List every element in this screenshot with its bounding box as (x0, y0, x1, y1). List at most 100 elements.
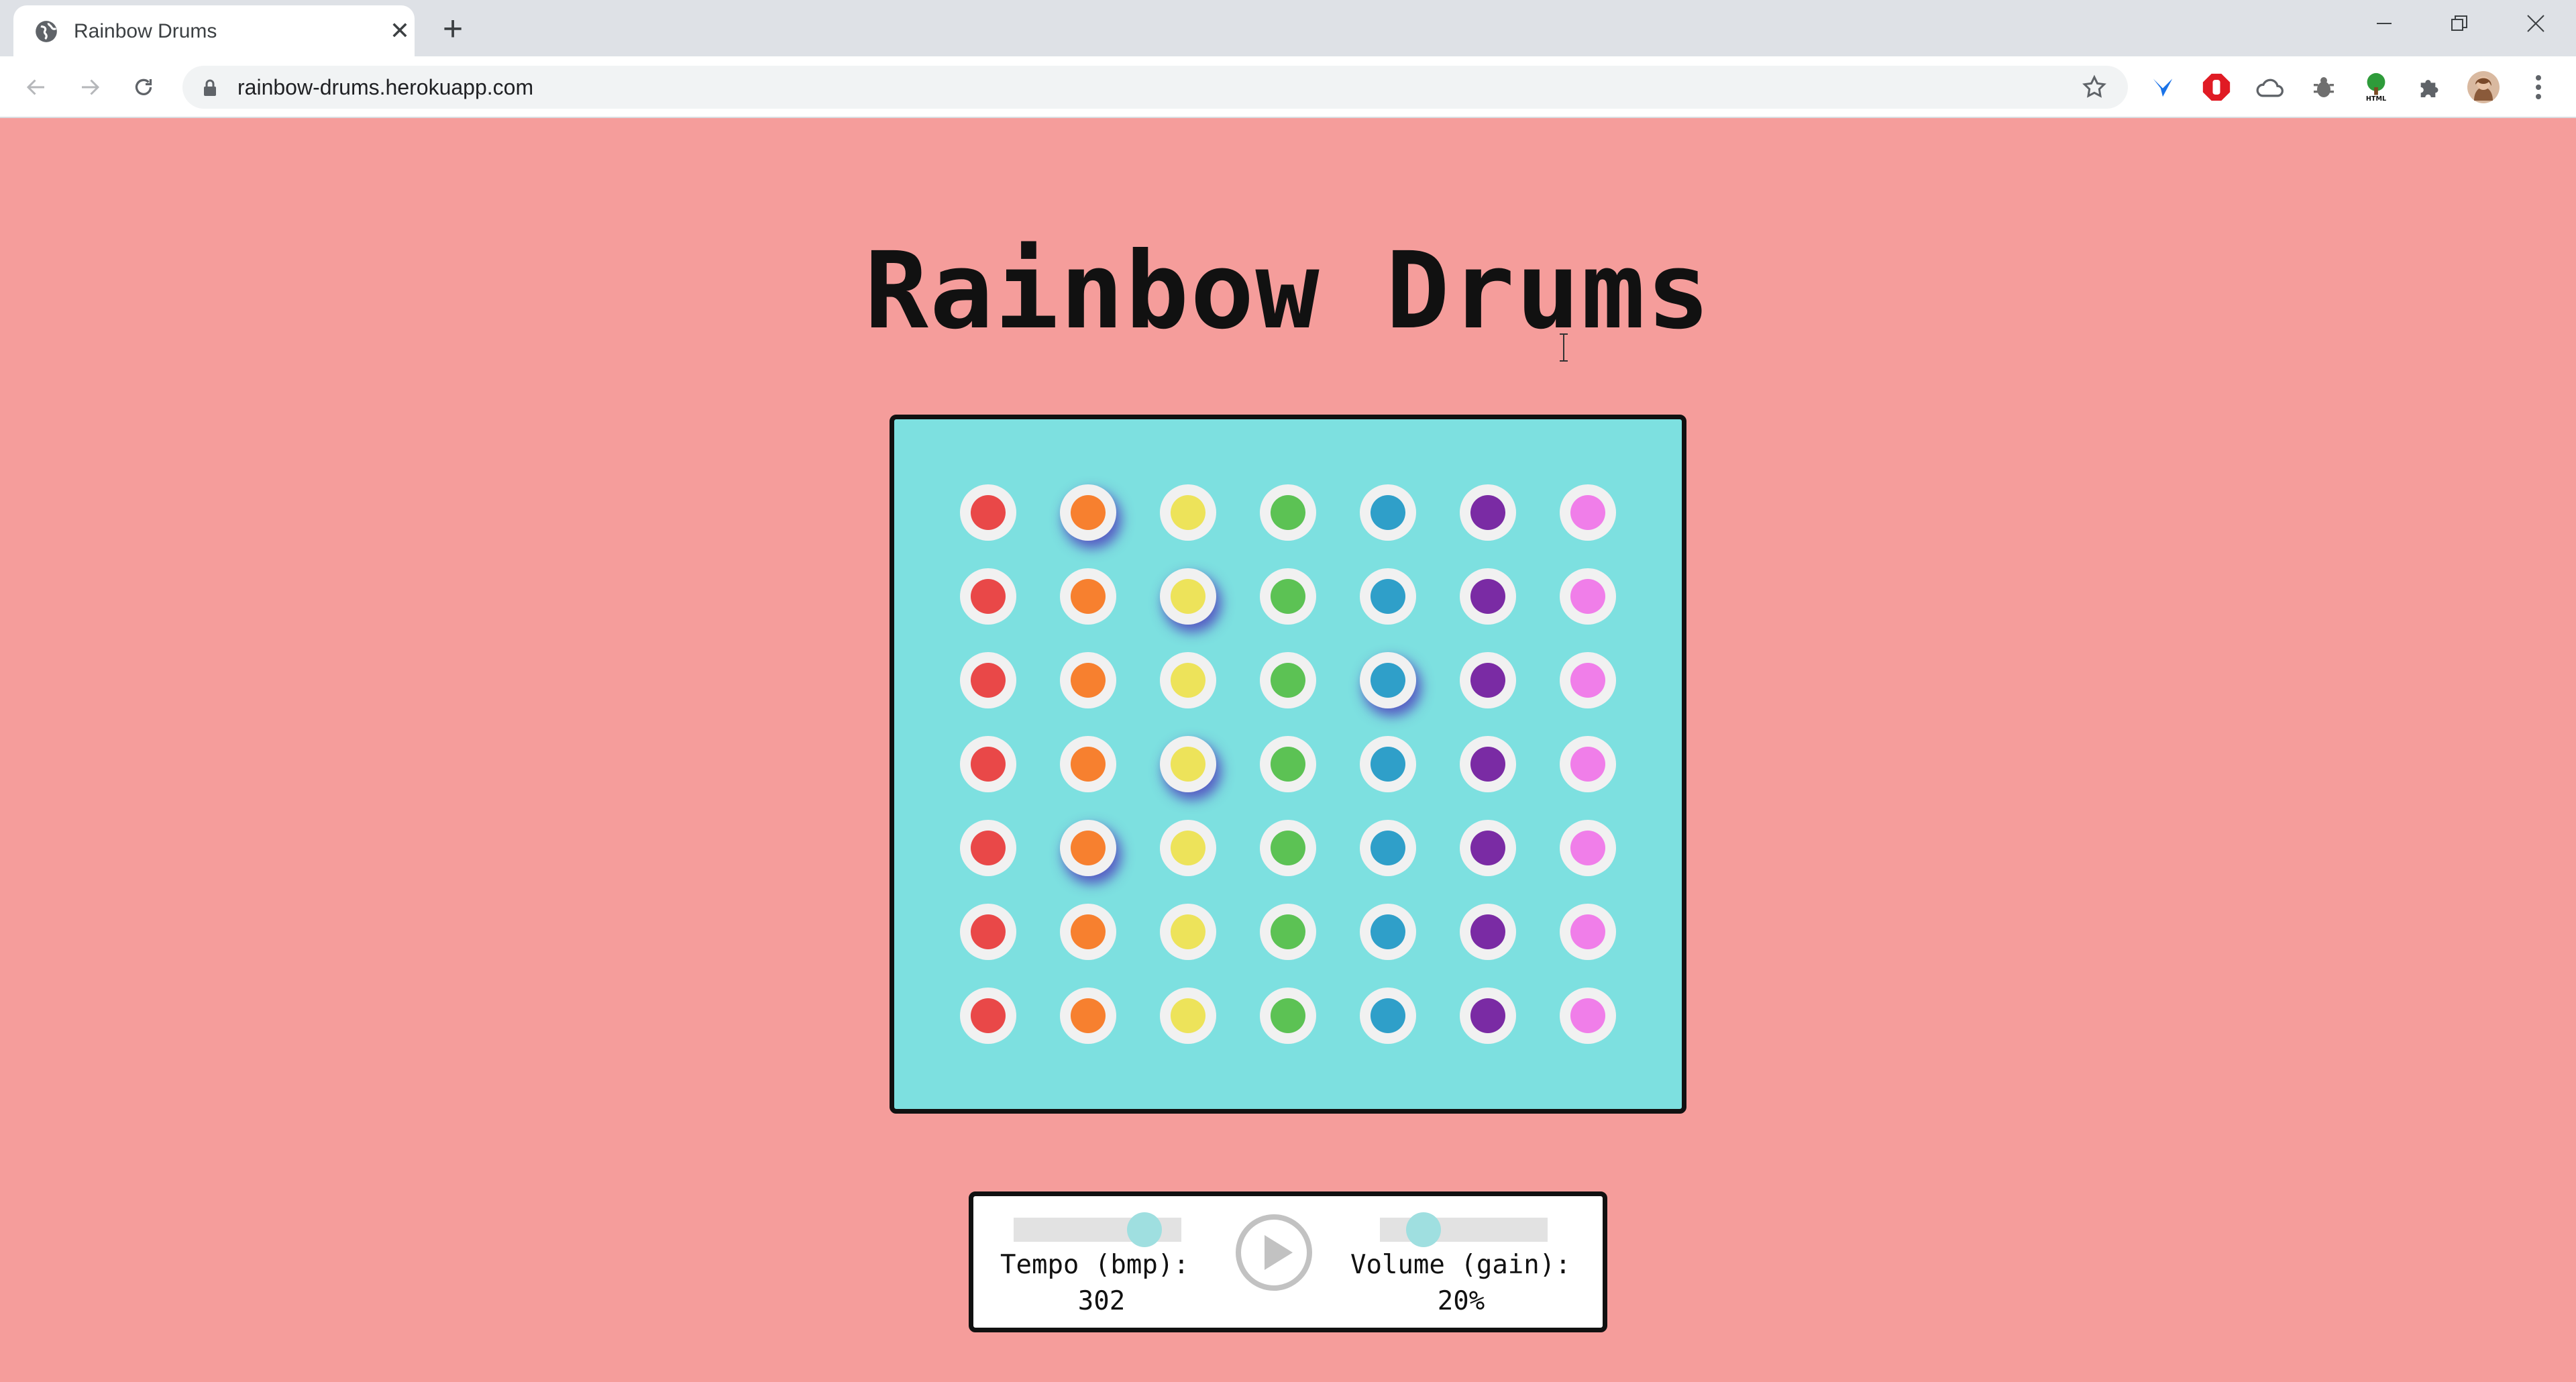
drum-pad[interactable] (1360, 904, 1416, 960)
drum-pad-dot (1271, 495, 1305, 530)
drum-pad[interactable] (1360, 820, 1416, 876)
drum-pad[interactable] (1560, 988, 1616, 1044)
drum-pad[interactable] (1460, 568, 1516, 625)
drum-pad[interactable] (960, 904, 1016, 960)
drum-pad[interactable] (960, 568, 1016, 625)
drum-pad-dot (971, 747, 1006, 782)
play-icon (1265, 1235, 1293, 1270)
drum-pad[interactable] (1360, 988, 1416, 1044)
drum-pad-dot (1371, 747, 1405, 782)
lock-icon[interactable] (203, 79, 217, 97)
drum-pad[interactable] (1260, 904, 1316, 960)
drum-pad-dot (1171, 747, 1205, 782)
drum-pad[interactable] (1360, 652, 1416, 708)
drum-pad-dot (1071, 495, 1106, 530)
drum-pad[interactable] (1460, 736, 1516, 792)
drum-pad[interactable] (1060, 484, 1116, 541)
drum-pad-dot (1371, 579, 1405, 614)
drum-pad[interactable] (1260, 820, 1316, 876)
url-text[interactable]: rainbow-drums.herokuapp.com (237, 74, 533, 101)
drum-pad[interactable] (1260, 988, 1316, 1044)
tempo-slider-thumb[interactable] (1127, 1212, 1162, 1247)
drum-pad-dot (1071, 747, 1106, 782)
drum-pad-dot (1371, 831, 1405, 865)
drum-pad[interactable] (1560, 652, 1616, 708)
drum-pad[interactable] (960, 652, 1016, 708)
drum-pad[interactable] (1560, 820, 1616, 876)
drum-pad[interactable] (960, 820, 1016, 876)
drum-pad[interactable] (1360, 484, 1416, 541)
drum-pad[interactable] (1060, 820, 1116, 876)
drum-pad-dot (1570, 747, 1605, 782)
drum-pad[interactable] (1460, 484, 1516, 541)
bookmark-star-icon[interactable] (2081, 74, 2108, 101)
drum-pad[interactable] (1460, 904, 1516, 960)
drum-pad[interactable] (1260, 652, 1316, 708)
drum-pad-dot (1071, 579, 1106, 614)
drum-pad[interactable] (1160, 568, 1216, 625)
drum-pad-dot (1470, 914, 1505, 949)
tab-title: Rainbow Drums (74, 20, 217, 42)
drum-pad[interactable] (1160, 652, 1216, 708)
profile-avatar[interactable] (2467, 71, 2500, 103)
drum-pad-dot (1371, 914, 1405, 949)
drum-pad[interactable] (1160, 988, 1216, 1044)
drum-pad-dot (1271, 663, 1305, 698)
browser-toolbar: rainbow-drums.herokuapp.com HTML (0, 56, 2576, 118)
y-extension-icon[interactable] (2147, 71, 2179, 103)
tempo-slider[interactable] (1014, 1212, 1181, 1247)
drum-pad[interactable] (1460, 820, 1516, 876)
drum-pad[interactable] (1160, 820, 1216, 876)
play-button[interactable] (1234, 1212, 1314, 1293)
drum-pad-grid (890, 415, 1686, 1114)
drum-pad[interactable] (1460, 988, 1516, 1044)
drum-pad[interactable] (1560, 568, 1616, 625)
drum-pad[interactable] (1160, 904, 1216, 960)
drum-pad[interactable] (1260, 568, 1316, 625)
close-window-icon[interactable] (2516, 7, 2556, 40)
drum-pad[interactable] (1560, 484, 1616, 541)
drum-pad[interactable] (1060, 904, 1116, 960)
volume-slider[interactable] (1380, 1212, 1548, 1247)
drum-pad-dot (1071, 998, 1106, 1033)
drum-pad[interactable] (1060, 568, 1116, 625)
minimize-window-icon[interactable] (2364, 7, 2404, 40)
drum-pad[interactable] (1560, 904, 1616, 960)
address-bar[interactable]: rainbow-drums.herokuapp.com (182, 66, 2128, 109)
drum-pad[interactable] (1060, 652, 1116, 708)
tree-html-extension-icon[interactable]: HTML (2360, 71, 2392, 103)
back-arrow-icon[interactable] (19, 70, 54, 105)
drum-pad[interactable] (1360, 736, 1416, 792)
drum-pad[interactable] (1360, 568, 1416, 625)
drum-pad-dot (971, 831, 1006, 865)
drum-pad[interactable] (1260, 736, 1316, 792)
drum-pad[interactable] (1460, 652, 1516, 708)
forward-arrow-icon[interactable] (72, 70, 107, 105)
globe-icon (36, 21, 57, 42)
stop-extension-icon[interactable] (2200, 71, 2233, 103)
cloud-extension-icon[interactable] (2254, 71, 2286, 103)
reload-icon[interactable] (126, 70, 161, 105)
drum-pad[interactable] (1560, 736, 1616, 792)
drum-pad-dot (1171, 914, 1205, 949)
drum-pad-dot (1071, 914, 1106, 949)
drum-pad[interactable] (1260, 484, 1316, 541)
drum-pad[interactable] (1060, 736, 1116, 792)
drum-pad[interactable] (1060, 988, 1116, 1044)
restore-window-icon[interactable] (2439, 7, 2479, 40)
drum-pad[interactable] (1160, 736, 1216, 792)
menu-kebab-icon[interactable] (2522, 71, 2555, 103)
drum-pad-dot (1171, 663, 1205, 698)
new-tab-icon[interactable]: + (436, 11, 470, 46)
volume-value: 20% (1437, 1286, 1485, 1316)
drum-pad[interactable] (960, 484, 1016, 541)
drum-pad[interactable] (1160, 484, 1216, 541)
drum-pad[interactable] (960, 988, 1016, 1044)
browser-tab[interactable]: Rainbow Drums ✕ (13, 5, 415, 56)
drum-pad[interactable] (960, 736, 1016, 792)
volume-slider-thumb[interactable] (1406, 1212, 1441, 1247)
bug-extension-icon[interactable] (2308, 71, 2340, 103)
puzzle-extensions-icon[interactable] (2414, 71, 2446, 103)
drum-pad-dot (1570, 579, 1605, 614)
close-tab-icon[interactable]: ✕ (386, 17, 413, 44)
